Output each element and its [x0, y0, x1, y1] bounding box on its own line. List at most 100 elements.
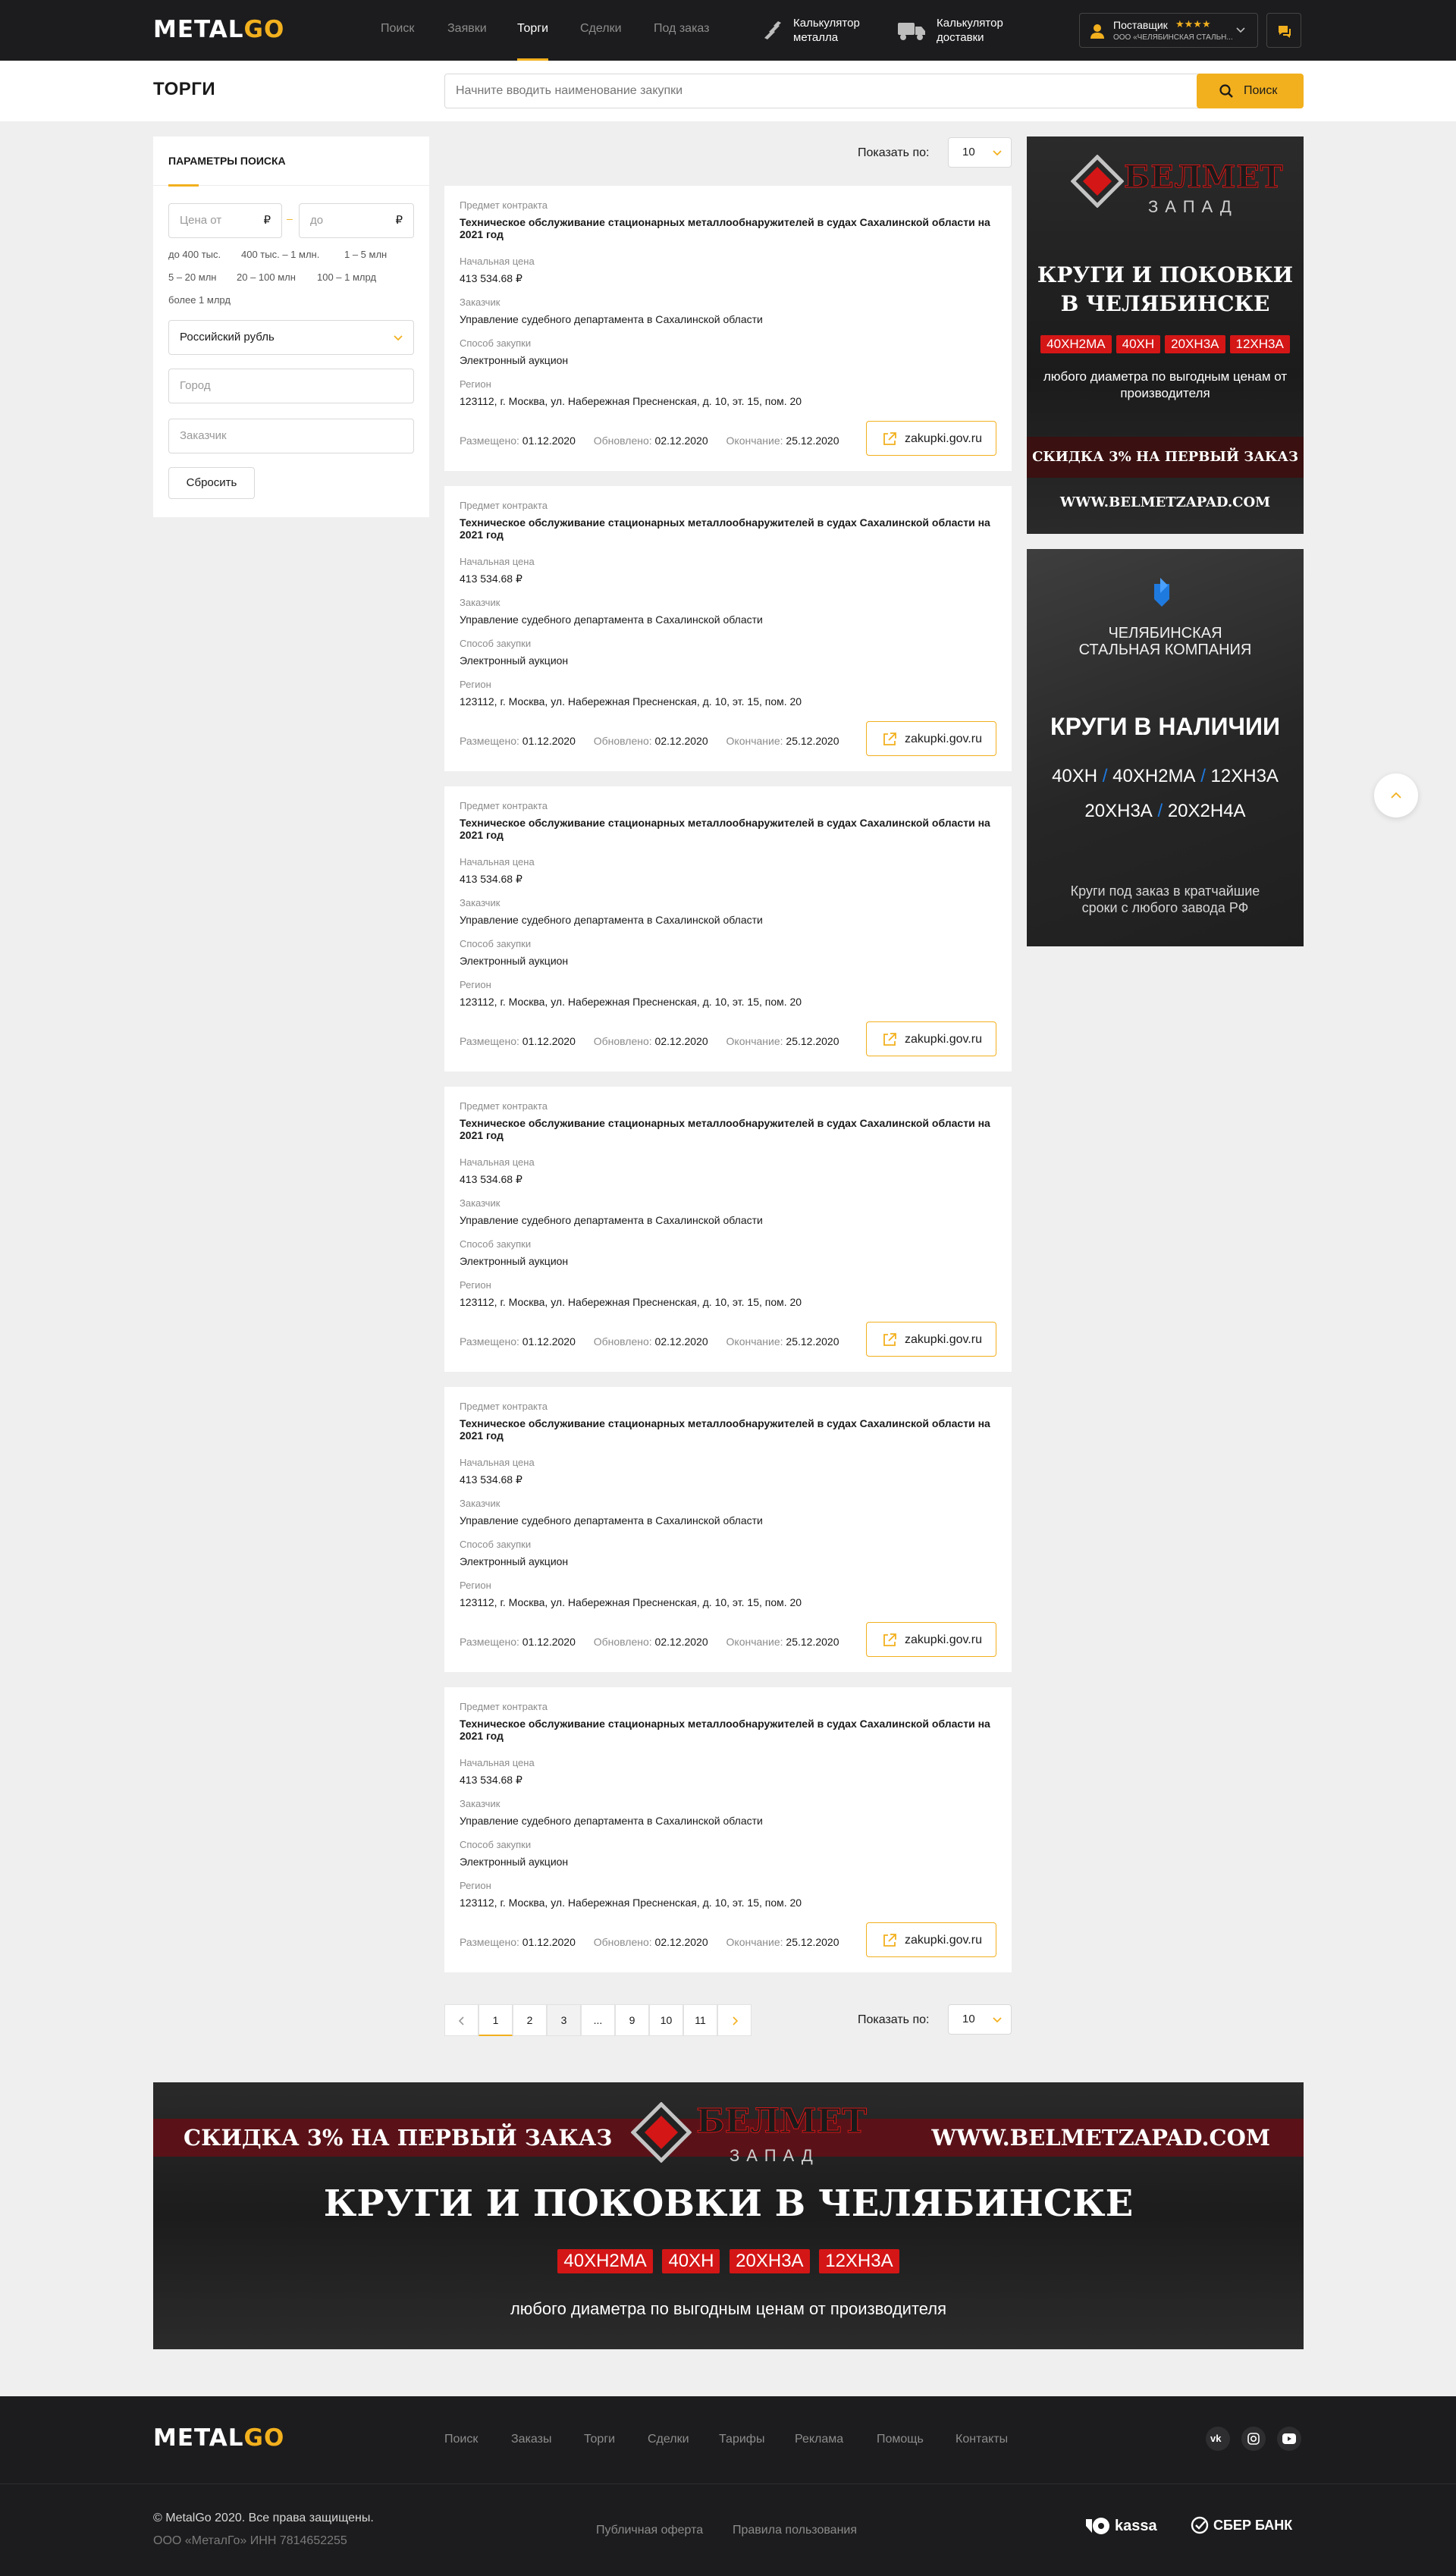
updated-date: 02.12.2020 [654, 1936, 708, 1948]
user-menu[interactable]: Поставщик ★★★★ ООО «ЧЕЛЯБИНСКАЯ СТАЛЬН..… [1079, 13, 1258, 48]
belmet-site: WWW.BELMETZAPAD.COM [931, 2125, 1270, 2151]
tender-subject[interactable]: Техническое обслуживание стационарных ме… [460, 1718, 990, 1742]
footer-logo[interactable]: METALGO [153, 2427, 284, 2450]
source-link-button[interactable]: zakupki.gov.ru [866, 1922, 996, 1957]
page-size-select[interactable]: 10 [948, 137, 1012, 168]
search-input[interactable] [444, 74, 1203, 108]
source-link-button[interactable]: zakupki.gov.ru [866, 1622, 996, 1657]
nav-deals[interactable]: Сделки [580, 22, 622, 36]
price-chip[interactable]: более 1 млрд [168, 294, 231, 306]
tender-subject[interactable]: Техническое обслуживание стационарных ме… [460, 1117, 990, 1141]
price-chip[interactable]: до 400 тыс. [168, 249, 221, 260]
price-chip[interactable]: 1 – 5 млн [344, 249, 387, 260]
footer-nav-tenders[interactable]: Торги [584, 2433, 615, 2446]
price-chip[interactable]: 400 тыс. – 1 млн. [241, 249, 319, 260]
vk-icon[interactable]: vk [1206, 2427, 1230, 2451]
terms-link[interactable]: Правила пользования [733, 2524, 857, 2537]
footer-nav-ads[interactable]: Реклама [795, 2433, 843, 2446]
page-link[interactable]: 2 [513, 2004, 547, 2036]
city-input[interactable]: Город [168, 369, 414, 403]
source-link-button[interactable]: zakupki.gov.ru [866, 421, 996, 456]
belmet-ad-banner[interactable]: БЕЛМЕТ ЗАПАД КРУГИ И ПОКОВКИ В ЧЕЛЯБИНСКЕ… [1027, 136, 1304, 534]
nav-custom-order[interactable]: Под заказ [654, 22, 709, 36]
next-page-button[interactable] [717, 2004, 752, 2036]
tender-customer: Управление судебного департамента в Саха… [460, 914, 763, 926]
page-size-select[interactable]: 10 [948, 2004, 1012, 2035]
reset-button[interactable]: Сбросить [168, 467, 255, 499]
chevron-up-icon [1391, 792, 1401, 799]
tender-method: Электронный аукцион [460, 955, 569, 967]
region-label: Регион [460, 378, 491, 390]
belmet-logo-mark [631, 2102, 692, 2163]
page-link[interactable]: 10 [649, 2004, 683, 2036]
customer-input[interactable]: Заказчик [168, 419, 414, 453]
price-label: Начальная цена [460, 1156, 535, 1168]
price-to-input[interactable]: до ₽ [299, 203, 414, 238]
logo[interactable]: METALGO [153, 18, 284, 42]
source-link-button[interactable]: zakupki.gov.ru [866, 1021, 996, 1056]
tender-card: Предмет контракта Техническое обслуживан… [444, 1087, 1012, 1372]
tender-dates: Размещено: 01.12.2020 Обновлено: 02.12.2… [460, 735, 839, 747]
source-link-button[interactable]: zakupki.gov.ru [866, 1322, 996, 1357]
search-button-label: Поиск [1244, 84, 1278, 97]
tender-method: Электронный аукцион [460, 1255, 569, 1267]
method-label: Способ закупки [460, 1539, 532, 1550]
external-link-icon [883, 1633, 896, 1646]
region-label: Регион [460, 1880, 491, 1891]
delivery-calculator-link[interactable]: Калькулятор доставки [937, 16, 1028, 45]
nav-requests[interactable]: Заявки [447, 22, 487, 36]
page-link[interactable]: 1 [479, 2004, 513, 2036]
footer-nav-tariffs[interactable]: Тарифы [719, 2433, 764, 2446]
scroll-top-button[interactable] [1374, 773, 1418, 817]
truck-icon[interactable] [896, 18, 927, 42]
page-link[interactable]: 11 [683, 2004, 717, 2036]
tender-card: Предмет контракта Техническое обслуживан… [444, 786, 1012, 1072]
footer-nav-deals[interactable]: Сделки [648, 2433, 689, 2446]
updated-date: 02.12.2020 [654, 1335, 708, 1348]
public-offer-link[interactable]: Публичная оферта [596, 2524, 703, 2537]
price-chip[interactable]: 5 – 20 млн [168, 271, 216, 283]
chevron-left-icon [458, 2016, 464, 2025]
source-link-label: zakupki.gov.ru [905, 1633, 982, 1646]
currency-select[interactable]: Российский рубль [168, 320, 414, 355]
youtube-icon[interactable] [1277, 2427, 1301, 2451]
price-chip[interactable]: 20 – 100 млн [237, 271, 296, 283]
page-title: ТОРГИ [153, 79, 216, 99]
page-link[interactable]: 9 [615, 2004, 649, 2036]
search-button[interactable]: Поиск [1197, 74, 1304, 108]
price-label: Начальная цена [460, 256, 535, 267]
price-chip[interactable]: 100 – 1 млрд [317, 271, 376, 283]
tender-price: 413 534.68 ₽ [460, 1774, 522, 1786]
belmet-sub: ЗАПАД [1148, 197, 1238, 216]
posted-date: 01.12.2020 [522, 735, 576, 747]
chsk-ad-banner[interactable]: ЧЕЛЯБИНСКАЯ СТАЛЬНАЯ КОМПАНИЯ КРУГИ В НА… [1027, 549, 1304, 946]
tender-customer: Управление судебного департамента в Саха… [460, 613, 763, 626]
tender-subject[interactable]: Техническое обслуживание стационарных ме… [460, 516, 990, 541]
belmet-wide-banner[interactable]: СКИДКА 3% НА ПЕРВЫЙ ЗАКАЗ WWW.BELMETZAPA… [153, 2082, 1304, 2349]
footer-nav-search[interactable]: Поиск [444, 2433, 478, 2446]
nav-tenders[interactable]: Торги [517, 22, 549, 61]
filters-panel: ПАРАМЕТРЫ ПОИСКА Цена от ₽ – до ₽ до 400 т… [153, 136, 429, 517]
tender-price: 413 534.68 ₽ [460, 573, 522, 585]
rating-stars: ★★★★ [1175, 18, 1211, 30]
price-from-input[interactable]: Цена от ₽ [168, 203, 282, 238]
tender-subject[interactable]: Техническое обслуживание стационарных ме… [460, 216, 990, 240]
subject-label: Предмет контракта [460, 1701, 548, 1712]
footer-nav-help[interactable]: Помощь [877, 2433, 924, 2446]
metal-calculator-icon[interactable] [758, 18, 784, 42]
method-label: Способ закупки [460, 337, 532, 349]
belmet-brand: БЕЛМЕТ [1124, 159, 1284, 196]
source-link-button[interactable]: zakupki.gov.ru [866, 721, 996, 756]
instagram-icon[interactable] [1241, 2427, 1266, 2451]
nav-search[interactable]: Поиск [381, 22, 414, 36]
price-label: Начальная цена [460, 1457, 535, 1468]
footer-nav-orders[interactable]: Заказы [511, 2433, 551, 2446]
footer-nav-contacts[interactable]: Контакты [956, 2433, 1008, 2446]
metal-calculator-link[interactable]: Калькулятор металла [793, 16, 884, 45]
tender-subject[interactable]: Техническое обслуживание стационарных ме… [460, 817, 990, 841]
messages-button[interactable] [1266, 13, 1301, 48]
prev-page-button[interactable] [444, 2004, 479, 2036]
tender-subject[interactable]: Техническое обслуживание стационарных ме… [460, 1417, 990, 1442]
external-link-icon [883, 1033, 896, 1046]
page-link[interactable]: 3 [547, 2004, 581, 2036]
